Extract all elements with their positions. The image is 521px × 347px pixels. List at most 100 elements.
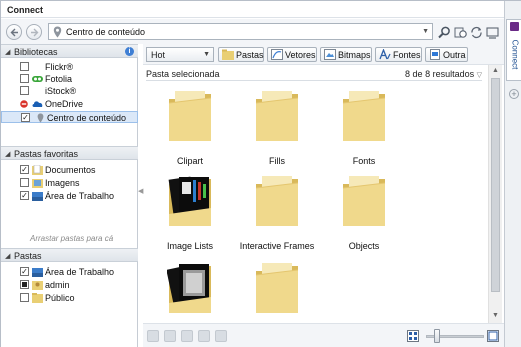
- checkbox[interactable]: [20, 178, 29, 187]
- filter-toolbar: Hot ▼ Pastas Vetores Bitmaps Fontes Outr…: [143, 44, 504, 65]
- folder-item-public[interactable]: Público: [1, 292, 138, 304]
- info-icon[interactable]: [215, 330, 227, 342]
- content-grid: Clipart Fills Fonts Image Lists Interact…: [143, 81, 488, 323]
- library-item-istock[interactable]: iStock®: [1, 85, 138, 97]
- window-title: Connect: [7, 5, 43, 15]
- connect-docker-tab[interactable]: Connect: [506, 19, 521, 81]
- istock-icon: [32, 86, 43, 96]
- folder-icon: [255, 176, 299, 226]
- fonts-filter-button[interactable]: Fontes: [375, 47, 422, 62]
- folder-icon: [342, 91, 386, 141]
- folder-tile[interactable]: Objects: [321, 170, 407, 251]
- address-text: Centro de conteúdo: [66, 27, 146, 37]
- chevron-down-icon: ▼: [203, 51, 210, 58]
- folder-icon: [32, 293, 43, 303]
- add-icon[interactable]: [147, 330, 159, 342]
- libraries-header[interactable]: ◢ Bibliotecas i: [1, 44, 138, 58]
- folders-filter-button[interactable]: Pastas: [218, 47, 264, 62]
- add-docker-icon[interactable]: +: [509, 89, 519, 99]
- checkbox[interactable]: [20, 280, 29, 289]
- address-field[interactable]: Centro de conteúdo ▼: [48, 23, 433, 40]
- checkbox[interactable]: ✓: [21, 113, 30, 122]
- checkbox[interactable]: [20, 86, 29, 95]
- favorites-header[interactable]: ◢ Pastas favoritas: [1, 146, 138, 160]
- other-filter-button[interactable]: Outra: [425, 47, 468, 62]
- scroll-up-icon[interactable]: ▲: [492, 67, 499, 74]
- library-item-fotolia[interactable]: Fotolia: [1, 73, 138, 85]
- folder-tile[interactable]: Interactive Frames: [234, 170, 320, 251]
- vertical-scrollbar[interactable]: ▲ ▼: [488, 65, 502, 323]
- address-row: Centro de conteúdo ▼: [1, 19, 504, 45]
- checkbox[interactable]: ✓: [20, 165, 29, 174]
- folder-tile[interactable]: [147, 257, 233, 323]
- scroll-thumb[interactable]: [491, 78, 500, 292]
- bitmap-icon: [324, 49, 336, 60]
- collapse-icon[interactable]: ◢: [5, 150, 10, 158]
- onedrive-icon: [32, 101, 43, 107]
- bitmaps-filter-button[interactable]: Bitmaps: [320, 47, 372, 62]
- collapse-icon[interactable]: ◢: [5, 252, 10, 260]
- content-header: Pasta selecionada 8 de 8 resultados ▽: [143, 65, 488, 81]
- folder-icon: [255, 91, 299, 141]
- image-folder-icon: [167, 264, 211, 313]
- collapse-icon[interactable]: ◢: [5, 48, 10, 56]
- favorite-item-documents[interactable]: ✓ Documentos: [1, 164, 138, 176]
- sort-dropdown[interactable]: Hot ▼: [146, 47, 214, 62]
- desktop-folder-icon: [32, 268, 43, 277]
- checkbox[interactable]: [20, 62, 29, 71]
- search-icon[interactable]: [438, 26, 451, 39]
- title-bar: Connect: [1, 1, 504, 18]
- folders-header[interactable]: ◢ Pastas: [1, 248, 138, 262]
- checkbox[interactable]: [20, 74, 29, 83]
- favorite-item-desktop[interactable]: ✓ Área de Trabalho: [1, 190, 138, 202]
- chevron-down-icon[interactable]: ▼: [422, 28, 429, 35]
- docker-tabs: Connect +: [504, 1, 521, 347]
- sync-icon[interactable]: [470, 26, 483, 39]
- forward-button[interactable]: [26, 24, 42, 40]
- folder-icon: [222, 49, 234, 60]
- library-item-flickr[interactable]: Flickr®: [1, 61, 138, 73]
- chevron-down-icon: ▽: [476, 72, 482, 79]
- folder-icon: [168, 91, 212, 141]
- folder-item-desktop[interactable]: ✓ Área de Trabalho: [1, 266, 138, 278]
- arrow-left-icon: [10, 28, 18, 37]
- images-folder-icon: [32, 179, 43, 188]
- font-icon: [379, 49, 391, 60]
- checkbox[interactable]: [20, 293, 29, 302]
- connect-window: Connect Centro de conteúdo ▼ ◢ Bibliotec…: [0, 0, 521, 347]
- bottom-bar: [143, 323, 504, 347]
- folder-tile[interactable]: [234, 257, 320, 323]
- folder-tile[interactable]: Fonts: [321, 85, 407, 166]
- folder-tile[interactable]: Fills: [234, 85, 320, 166]
- folder-tile[interactable]: Image Lists: [147, 170, 233, 251]
- checkbox[interactable]: ✓: [20, 267, 29, 276]
- arrow-right-icon: [31, 28, 39, 37]
- favorite-item-images[interactable]: Imagens: [1, 177, 138, 189]
- remove-icon[interactable]: [198, 330, 210, 342]
- scroll-down-icon[interactable]: ▼: [492, 312, 499, 319]
- image-folder-icon: [168, 176, 211, 226]
- vectors-filter-button[interactable]: Vetores: [267, 47, 317, 62]
- zoom-slider-knob[interactable]: [434, 329, 440, 343]
- library-item-onedrive[interactable]: OneDrive: [1, 98, 138, 110]
- remove-icon[interactable]: [20, 100, 28, 108]
- library-item-content-center[interactable]: ✓ Centro de conteúdo: [1, 111, 138, 123]
- folder-item-admin[interactable]: admin: [1, 279, 138, 291]
- thumbnail-large-icon[interactable]: [487, 330, 499, 342]
- refresh-icon[interactable]: [454, 26, 467, 39]
- back-button[interactable]: [6, 24, 22, 40]
- user-folder-icon: [32, 281, 43, 290]
- folder-icon: [255, 263, 299, 313]
- settings-icon[interactable]: [486, 26, 499, 39]
- info-icon[interactable]: i: [125, 47, 134, 56]
- documents-folder-icon: [32, 165, 43, 175]
- flickr-icon: [32, 64, 43, 70]
- open-icon[interactable]: [181, 330, 193, 342]
- thumbnail-small-icon[interactable]: [407, 330, 419, 342]
- import-icon[interactable]: [164, 330, 176, 342]
- checkbox[interactable]: ✓: [20, 191, 29, 200]
- favorites-drop-hint: Arrastar pastas para cá: [30, 234, 114, 243]
- results-count[interactable]: 8 de 8 resultados ▽: [405, 69, 482, 79]
- folder-tile[interactable]: Clipart: [147, 85, 233, 166]
- selected-folder-label: Pasta selecionada: [146, 69, 220, 79]
